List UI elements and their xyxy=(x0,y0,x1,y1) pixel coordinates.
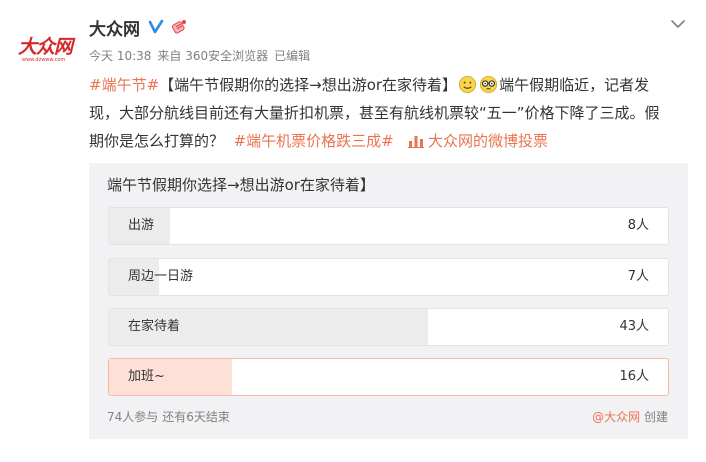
chevron-down-icon[interactable] xyxy=(668,14,688,34)
post-content: #端午节#【端午节假期你的选择→想出游or在家待着】 端午假期临近，记者发现，大部… xyxy=(89,71,669,155)
poll-option-label: 周边一日游 xyxy=(128,269,194,284)
poll-link-icon xyxy=(408,136,425,148)
poll-creator-suffix: 创建 xyxy=(643,410,668,424)
poll-option-zaijia[interactable]: 在家待着 43人 xyxy=(108,308,669,346)
poll-link[interactable]: 大众网的微博投票 xyxy=(408,132,548,150)
post-source: 来自 360安全浏览器 xyxy=(157,49,269,63)
avatar[interactable]: 大众网 www.dzwww.com xyxy=(14,16,74,76)
post-edited[interactable]: 已编辑 xyxy=(274,49,310,63)
poll-participants: 74人参与 xyxy=(107,410,159,424)
poll-card: 端午节假期你选择→想出游or在家待着】 出游 8人 周边一日游 7人 在家待着 … xyxy=(89,163,688,439)
poll-option-jiaban[interactable]: 加班~ 16人 xyxy=(108,358,669,396)
avatar-logo-text: 大众网 xyxy=(18,36,73,58)
poll-title: 端午节假期你选择→想出游or在家待着】 xyxy=(107,176,375,194)
poll-creator: @大众网 创建 xyxy=(592,408,668,425)
poll-option-zhoubian[interactable]: 周边一日游 7人 xyxy=(108,258,669,296)
post-meta: 今天 10:38 来自 360安全浏览器 已编辑 xyxy=(89,47,316,64)
verified-icon[interactable] xyxy=(148,19,164,35)
topic-link-airfare[interactable]: #端午机票价格跌三成# xyxy=(234,132,394,150)
topic-link-duanwu[interactable]: #端午节# xyxy=(89,76,159,94)
badge-icon[interactable] xyxy=(170,18,188,36)
poll-option-count: 43人 xyxy=(619,319,649,334)
post-headline: 【端午节假期你的选择→想出游or在家待着】 xyxy=(159,76,458,94)
poll-option-count: 16人 xyxy=(619,369,649,384)
avatar-logo: 大众网 www.dzwww.com xyxy=(16,26,73,66)
poll-option-label: 出游 xyxy=(128,218,155,233)
emoji-smile-icon xyxy=(459,75,477,94)
poll-stats: 74人参与 还有6天结束 xyxy=(107,408,234,425)
emoji-glasses-icon xyxy=(480,75,498,94)
poll-option-count: 7人 xyxy=(627,269,649,284)
post-time[interactable]: 今天 10:38 xyxy=(89,49,151,63)
poll-link-label: 大众网的微博投票 xyxy=(428,132,549,150)
author-row: 大众网 xyxy=(89,15,188,40)
poll-option-count: 8人 xyxy=(627,218,649,233)
poll-option-label: 加班~ xyxy=(128,369,165,384)
poll-option-chuyou[interactable]: 出游 8人 xyxy=(108,207,669,245)
author-name[interactable]: 大众网 xyxy=(89,15,140,40)
poll-option-label: 在家待着 xyxy=(128,319,181,334)
poll-remaining: 还有6天结束 xyxy=(162,410,230,424)
poll-creator-link[interactable]: @大众网 xyxy=(592,410,640,424)
avatar-logo-subtext: www.dzwww.com xyxy=(22,57,66,63)
